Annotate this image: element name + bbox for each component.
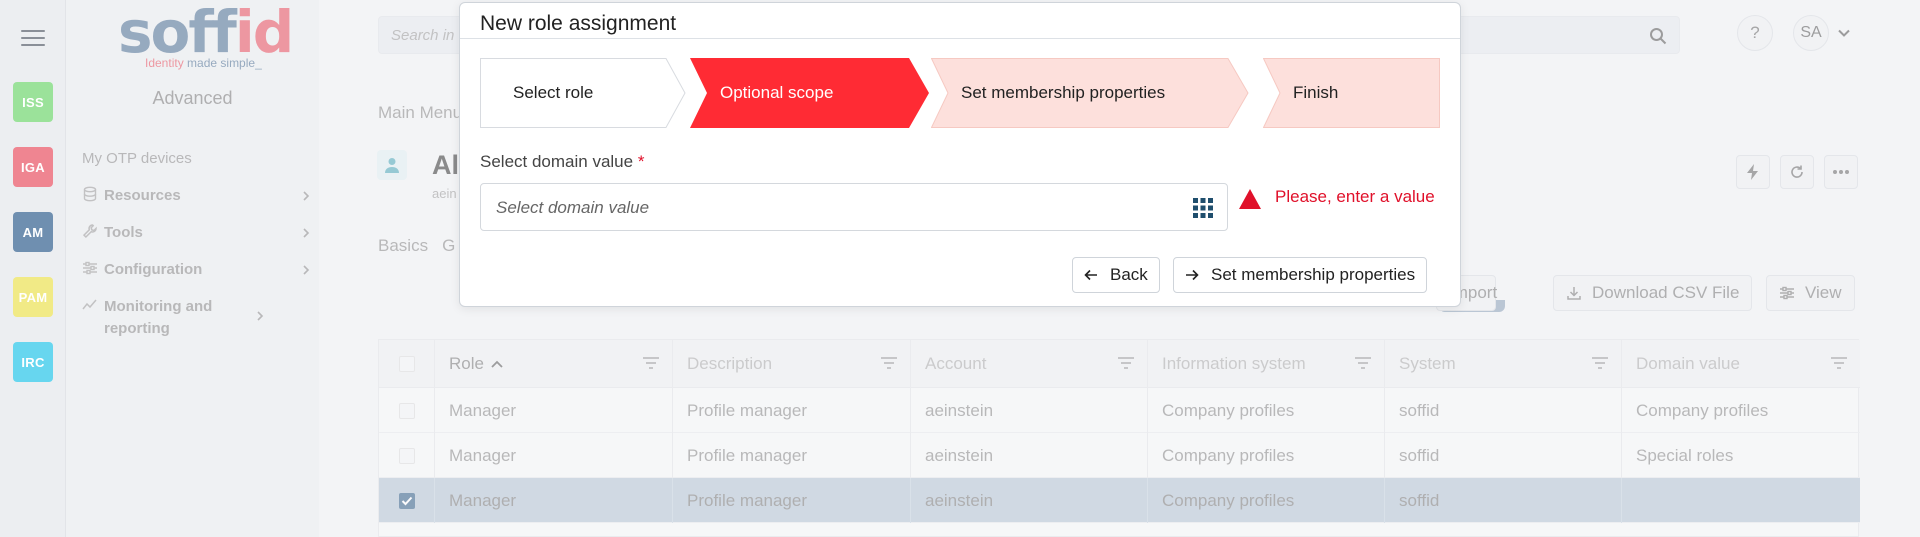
arrow-right-icon <box>1186 269 1199 281</box>
next-label: Set membership properties <box>1211 265 1416 284</box>
step-select-role[interactable]: Select role <box>480 58 686 128</box>
step-label: Optional scope <box>720 83 834 102</box>
required-mark: * <box>637 152 645 171</box>
app-badge-iga[interactable]: IGA <box>13 147 53 187</box>
new-role-assignment-dialog: New role assignment Select role Optional… <box>459 2 1461 307</box>
step-shape <box>1263 58 1440 128</box>
field-label-text: Select domain value <box>480 152 634 171</box>
domain-value-input[interactable]: Select domain value <box>480 183 1228 231</box>
step-label: Finish <box>1293 83 1339 102</box>
dialog-divider <box>460 38 1460 39</box>
app-rail: ISS IGA AM PAM IRC <box>0 0 66 537</box>
dialog-title: New role assignment <box>480 12 677 35</box>
app-badge-irc[interactable]: IRC <box>13 342 53 382</box>
hamburger-menu-icon[interactable] <box>21 30 45 48</box>
warning-triangle-icon <box>1239 189 1261 209</box>
step-label: Set membership properties <box>961 83 1166 102</box>
input-placeholder: Select domain value <box>496 198 650 217</box>
step-label: Select role <box>513 83 594 102</box>
validation-error: Please, enter a value <box>1275 187 1435 206</box>
app-badge-pam[interactable]: PAM <box>13 277 53 317</box>
step-optional-scope[interactable]: Optional scope <box>690 58 930 128</box>
domain-value-label: Select domain value * <box>480 152 644 172</box>
wizard-steps: Select role Optional scope Set membershi… <box>480 58 1440 128</box>
next-button[interactable]: Set membership properties <box>1173 257 1428 293</box>
grid-picker-icon[interactable] <box>1193 198 1213 218</box>
back-button[interactable]: Back <box>1072 257 1160 293</box>
back-label: Back <box>1110 265 1148 284</box>
arrow-left-icon <box>1084 269 1097 281</box>
app-badge-am[interactable]: AM <box>13 212 53 252</box>
step-finish[interactable]: Finish <box>1263 58 1440 128</box>
app-badge-iss[interactable]: ISS <box>13 82 53 122</box>
step-set-membership-properties[interactable]: Set membership properties <box>931 58 1249 128</box>
